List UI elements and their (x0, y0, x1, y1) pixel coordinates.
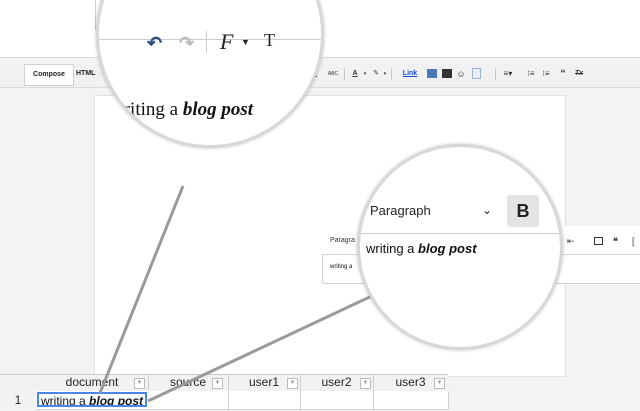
undo-icon[interactable]: ↶ (147, 33, 162, 54)
chevron-down-icon[interactable]: ⌄ (482, 203, 492, 217)
magnifier-mini-editor: Paragraph ⌄ B writing a blog post (357, 144, 563, 350)
toolbar-divider (99, 39, 321, 40)
font-size-icon[interactable]: T (264, 30, 275, 51)
connector-line-2 (147, 292, 377, 403)
redo-icon[interactable]: ↷ (179, 33, 194, 54)
format-select[interactable]: Paragraph (370, 203, 431, 218)
connector-line-1 (98, 185, 185, 394)
toolbar-divider (360, 233, 560, 234)
font-icon[interactable]: F (220, 29, 233, 55)
magnified-doc-text: writing a blog post (110, 99, 254, 120)
magnified-doc-text: writing a blog post (366, 241, 477, 256)
chevron-down-icon[interactable]: ▼ (241, 37, 250, 47)
toolbar-separator (206, 31, 207, 53)
bold-button[interactable]: B (507, 195, 539, 227)
